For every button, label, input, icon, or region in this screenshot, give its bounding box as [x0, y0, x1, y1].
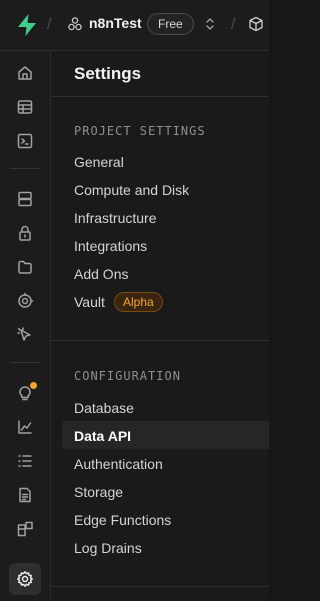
- authentication-icon[interactable]: [9, 217, 41, 249]
- reports-icon[interactable]: [9, 411, 41, 443]
- branch-package-icon[interactable]: [248, 16, 264, 32]
- nav-item-database[interactable]: Database: [74, 400, 134, 416]
- breadcrumb-separator: /: [231, 16, 236, 33]
- project-icon: [68, 17, 82, 31]
- section-heading-project-settings: PROJECT SETTINGS: [74, 124, 206, 138]
- nav-item-storage[interactable]: Storage: [74, 484, 123, 500]
- nav-item-vault[interactable]: Vault: [74, 294, 105, 310]
- integrations-icon[interactable]: [9, 513, 41, 545]
- realtime-icon[interactable]: [9, 285, 41, 317]
- nav-item-data-api[interactable]: Data API: [74, 428, 131, 444]
- nav-item-integrations[interactable]: Integrations: [74, 238, 147, 254]
- icon-sidebar: [0, 51, 51, 601]
- nav-item-log-drains[interactable]: Log Drains: [74, 540, 142, 556]
- rail-divider: [10, 362, 40, 363]
- top-bar: / n8nTest Free /: [0, 0, 269, 51]
- database-icon[interactable]: [9, 183, 41, 215]
- nav-item-general[interactable]: General: [74, 154, 124, 170]
- rail-divider: [10, 168, 40, 169]
- home-icon[interactable]: [9, 57, 41, 89]
- plan-badge: Free: [147, 13, 194, 35]
- chevron-up-down-icon[interactable]: [204, 17, 216, 31]
- sql-editor-icon[interactable]: [9, 125, 41, 157]
- project-name[interactable]: n8nTest: [89, 15, 142, 31]
- table-editor-icon[interactable]: [9, 91, 41, 123]
- logs-icon[interactable]: [9, 445, 41, 477]
- page-title: Settings: [74, 64, 142, 83]
- alpha-badge: Alpha: [114, 292, 163, 312]
- advisors-icon[interactable]: [9, 377, 41, 409]
- nav-item-edge-functions[interactable]: Edge Functions: [74, 512, 171, 528]
- storage-icon[interactable]: [9, 251, 41, 283]
- breadcrumb-separator: /: [47, 16, 52, 33]
- section-divider: [51, 340, 269, 341]
- edge-functions-icon[interactable]: [9, 319, 41, 351]
- settings-panel: Settings PROJECT SETTINGS General Comput…: [51, 51, 269, 601]
- settings-icon[interactable]: [9, 563, 41, 595]
- notification-dot: [30, 382, 37, 389]
- nav-item-authentication[interactable]: Authentication: [74, 456, 163, 472]
- section-divider: [51, 586, 269, 587]
- api-docs-icon[interactable]: [9, 479, 41, 511]
- nav-item-add-ons[interactable]: Add Ons: [74, 266, 128, 282]
- section-heading-configuration: CONFIGURATION: [74, 369, 181, 383]
- header-divider: [51, 96, 269, 97]
- brand-logo-icon[interactable]: [16, 13, 38, 37]
- nav-item-compute-and-disk[interactable]: Compute and Disk: [74, 182, 189, 198]
- nav-item-infrastructure[interactable]: Infrastructure: [74, 210, 156, 226]
